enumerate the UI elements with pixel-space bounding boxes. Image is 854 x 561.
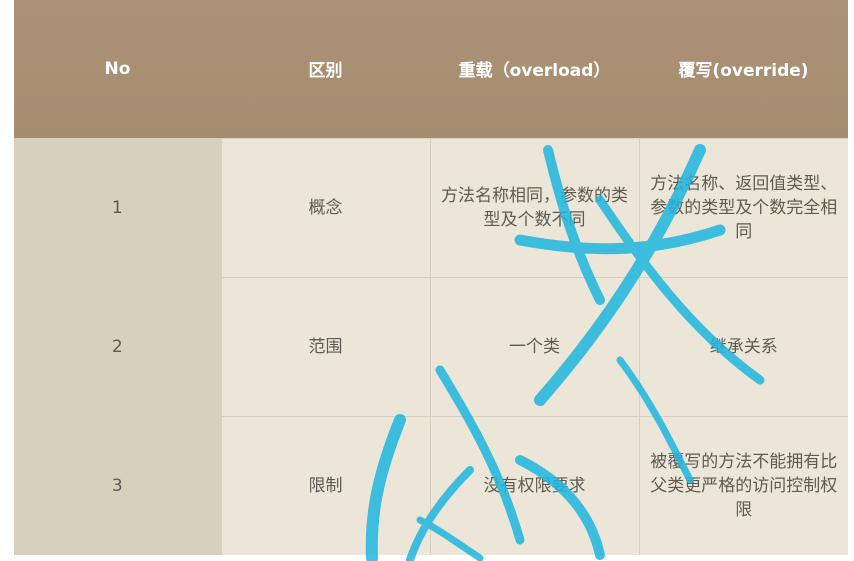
cell-override: 被覆写的方法不能拥有比父类更严格的访问控制权限	[638, 415, 848, 555]
cell-no: 2	[14, 276, 221, 416]
header-overload: 重载（overload）	[430, 0, 639, 138]
cell-difference: 概念	[220, 137, 430, 277]
header-difference: 区别	[221, 0, 430, 138]
header-no: No	[14, 0, 221, 138]
cell-overload: 方法名称相同，参数的类型及个数不同	[429, 137, 639, 277]
cell-no: 1	[14, 137, 221, 277]
cell-override: 继承关系	[638, 276, 848, 416]
cell-difference: 限制	[220, 415, 430, 555]
header-override: 覆写(override)	[639, 0, 848, 138]
cell-overload: 一个类	[429, 276, 639, 416]
cell-override: 方法名称、返回值类型、参数的类型及个数完全相同	[638, 137, 848, 277]
table-row: 2 范围 一个类 继承关系	[14, 276, 848, 416]
page: No 区别 重载（overload） 覆写(override) 1 概念 方法名…	[0, 0, 854, 561]
comparison-table: No 区别 重载（overload） 覆写(override) 1 概念 方法名…	[14, 0, 848, 555]
table-header-row: No 区别 重载（overload） 覆写(override)	[14, 0, 848, 138]
table-row: 3 限制 没有权限要求 被覆写的方法不能拥有比父类更严格的访问控制权限	[14, 415, 848, 555]
cell-overload: 没有权限要求	[429, 415, 639, 555]
cell-difference: 范围	[220, 276, 430, 416]
cell-no: 3	[14, 415, 221, 555]
table-row: 1 概念 方法名称相同，参数的类型及个数不同 方法名称、返回值类型、参数的类型及…	[14, 137, 848, 277]
